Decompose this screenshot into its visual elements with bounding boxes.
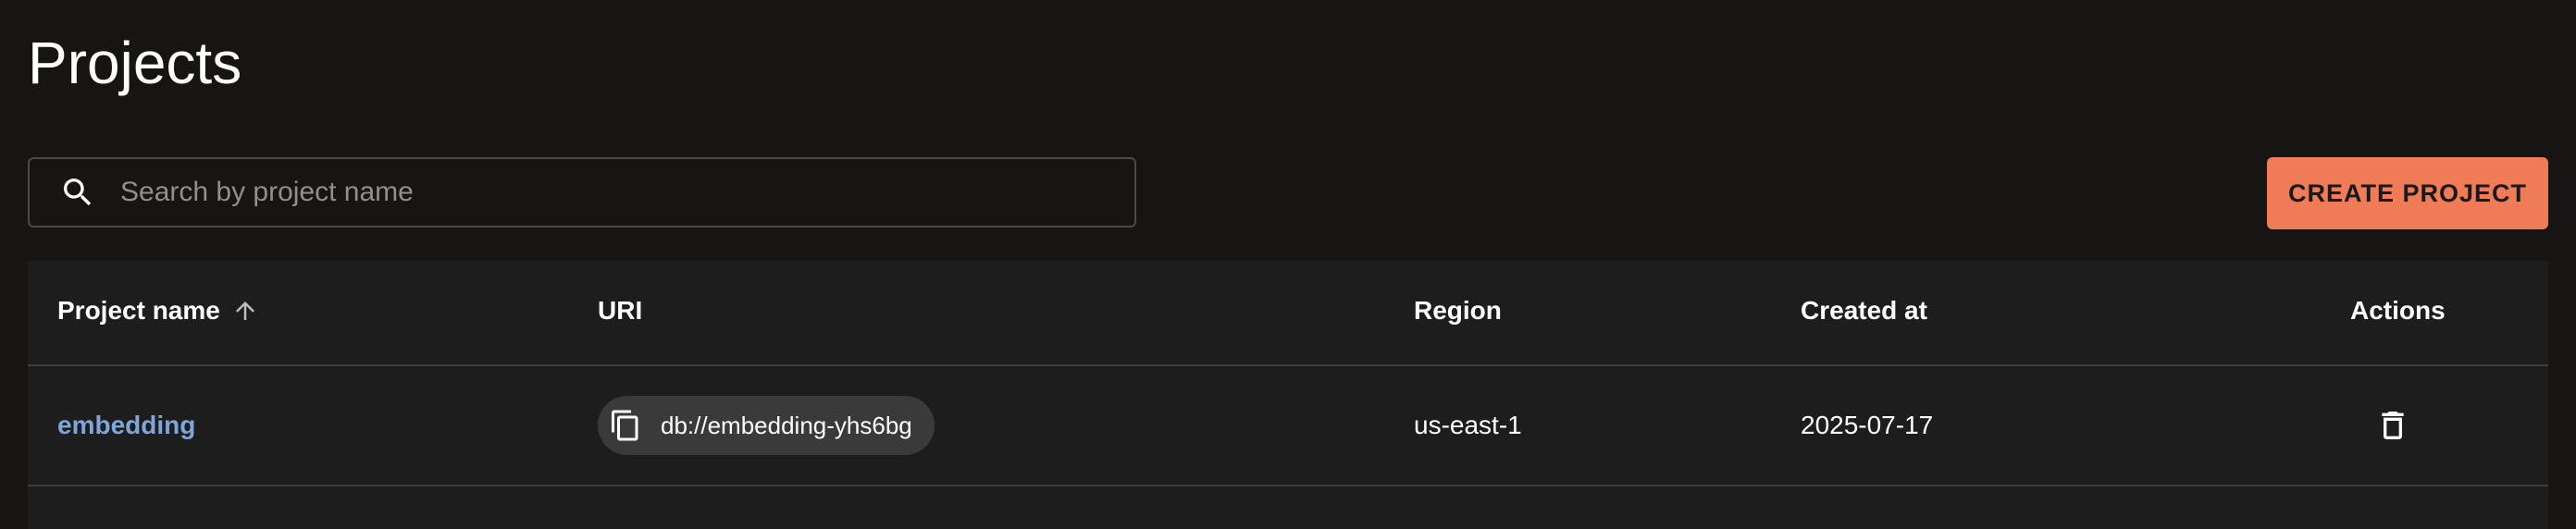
table-header: Project name URI Region Created at Actio… [28,261,2548,366]
column-header-label: Project name [57,296,220,325]
table-row: embedding db://embedding-yhs6bg us-east-… [28,366,2548,486]
copy-icon[interactable] [609,409,642,442]
page-title: Projects [28,30,242,96]
column-header-actions: Actions [2350,296,2446,325]
column-header-region: Region [1414,296,1502,325]
trash-icon [2382,412,2404,439]
uri-chip[interactable]: db://embedding-yhs6bg [598,396,935,455]
actions-cell [2371,366,2415,485]
projects-table: Project name URI Region Created at Actio… [28,261,2548,529]
search-field[interactable] [28,157,1136,228]
project-link[interactable]: embedding [57,411,195,440]
uri-cell: db://embedding-yhs6bg [598,366,935,485]
delete-button[interactable] [2371,403,2415,448]
search-icon [59,174,96,211]
region-cell: us-east-1 [1414,411,1522,439]
created-at-cell: 2025-07-17 [1801,411,1934,439]
column-header-created-at: Created at [1801,296,1927,325]
search-input[interactable] [118,176,1134,209]
project-name-cell: embedding [57,366,195,485]
create-project-button[interactable]: CREATE PROJECT [2267,157,2548,229]
sort-ascending-icon[interactable] [231,297,259,325]
uri-text: db://embedding-yhs6bg [661,411,912,439]
column-header-project-name[interactable]: Project name [57,296,259,326]
column-header-uri: URI [598,296,643,325]
